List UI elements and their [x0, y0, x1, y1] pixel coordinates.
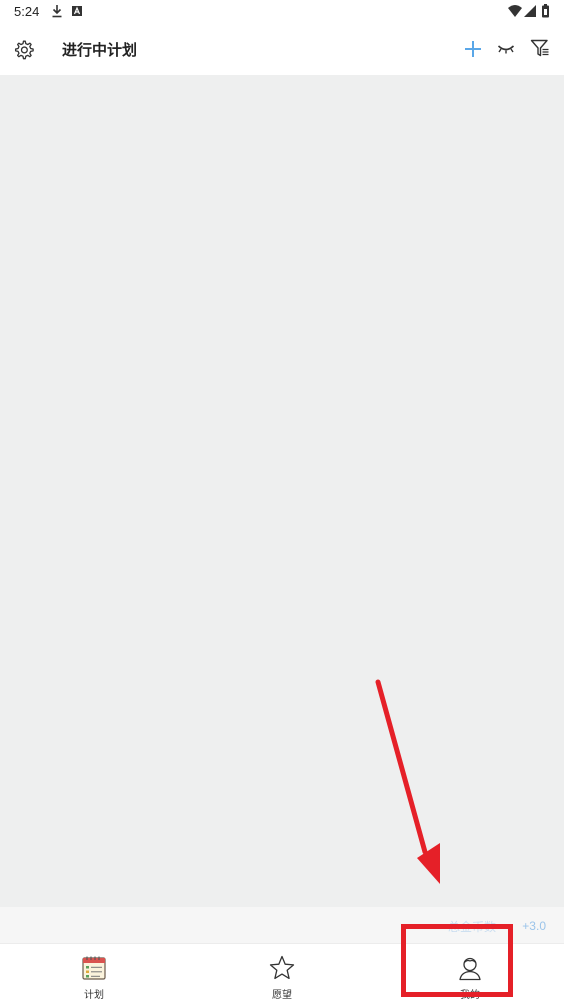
status-bar: 5:24 [0, 0, 564, 24]
battery-icon [542, 4, 549, 18]
calendar-plan-icon [82, 956, 106, 980]
filter-list-icon[interactable] [530, 38, 550, 58]
app-bar: 进行中计划 [0, 24, 564, 75]
tab-wish-label: 愿望 [272, 990, 292, 1001]
tab-wish[interactable]: 愿望 [188, 944, 376, 1004]
tab-plan[interactable]: 计划 [0, 944, 188, 1004]
annotation-highlight-box [401, 924, 513, 997]
status-time: 5:24 [14, 4, 40, 19]
download-icon [52, 5, 62, 18]
eye-closed-icon[interactable] [497, 42, 515, 56]
plan-list-area [0, 75, 564, 907]
page-title: 进行中计划 [62, 41, 138, 59]
tab-plan-label: 计划 [84, 990, 104, 1001]
add-plan-button[interactable] [464, 40, 482, 58]
signal-icon [524, 5, 536, 17]
total-coins-value: +3.0 [522, 919, 546, 933]
wifi-icon [508, 5, 522, 17]
gear-icon[interactable] [13, 39, 34, 60]
a-badge-icon [72, 6, 82, 16]
star-icon [269, 955, 295, 980]
